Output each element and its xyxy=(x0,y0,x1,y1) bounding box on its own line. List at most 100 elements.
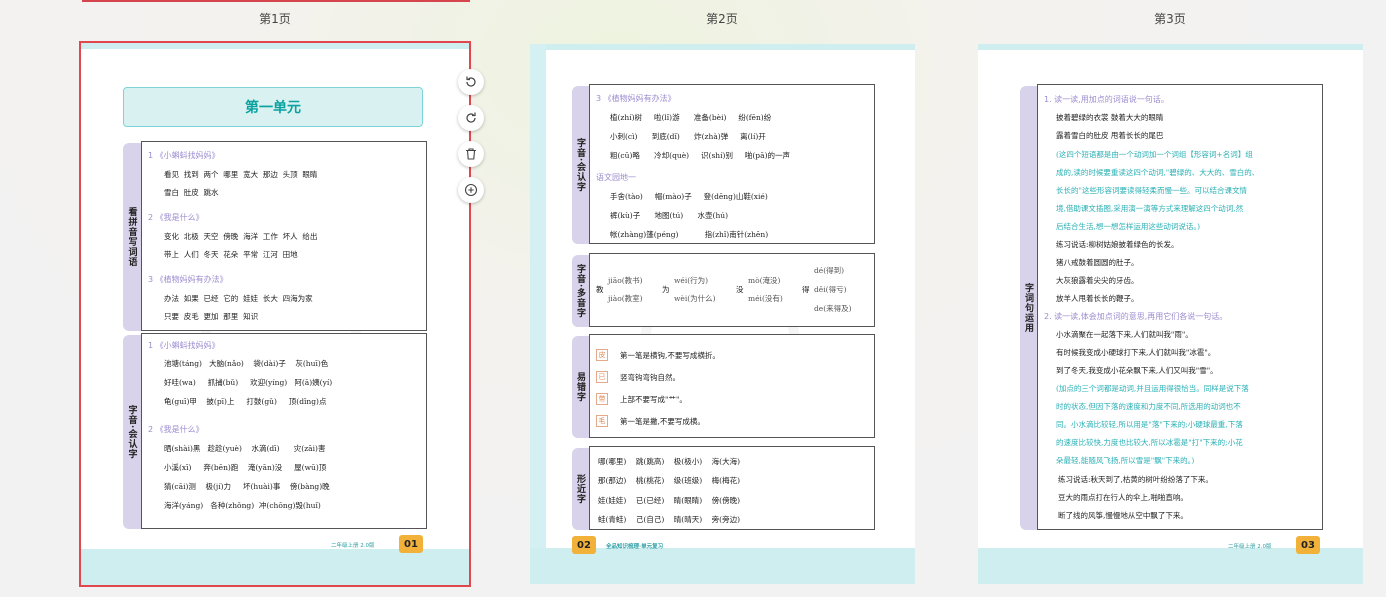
polyphone-reading: wéi(行为) xyxy=(674,276,709,285)
word-row: 只要 皮毛 更加 那里 知识 xyxy=(164,312,259,321)
rotate-left-button[interactable] xyxy=(458,69,484,95)
page-number-badge: 01 xyxy=(399,535,423,553)
delete-button[interactable] xyxy=(458,141,484,167)
page-thumbnail-3[interactable]: 字词句运用 1. 读一读,用加点的词语说一句话。 披着碧绿的衣裳 鼓着大大的眼睛… xyxy=(978,44,1363,584)
text-line: 露着雪白的肚皮 甩着长长的尾巴 xyxy=(1056,131,1164,140)
word-row: 带上 人们 冬天 花朵 平常 江河 田地 xyxy=(164,250,298,259)
word-row: 海洋(yáng) 各种(zhǒng) 冲(chōng)毁(huǐ) xyxy=(164,501,321,510)
text-line: 到了冬天,我变成小花朵飘下来,人们又叫我"雪"。 xyxy=(1056,366,1218,375)
word-row: 雪白 肚皮 跳水 xyxy=(164,188,219,197)
word-row: 帐(zhàng)篷(péng) 指(zhǐ)南针(zhēn) xyxy=(610,230,769,239)
text-line: 有时候我变成小硬球打下来,人们就叫我"冰雹"。 xyxy=(1056,348,1216,357)
section-box-2: 教 jiāo(教书) jiào(教室) 为 wéi(行为) wèi(为什么) 没… xyxy=(589,253,875,327)
section-tab-2: 字音·会认字 xyxy=(123,335,141,529)
text-line: 豆大的雨点打在行人的伞上,啪啪直响。 xyxy=(1058,493,1188,502)
word-row: 晒(shài)黑 趁趁(yuè) 水滴(dī) 灾(zāi)害 xyxy=(164,444,326,453)
footer-text: 全品知识梳理·单元复习 xyxy=(606,544,664,550)
page-footer xyxy=(81,549,469,585)
word-row: 好哇(wa) 抓捕(bǔ) 欢迎(yíng) 阿(ā)姨(yí) xyxy=(164,378,333,387)
text-line: 练习说话:柳树姑娘披着绿色的长发。 xyxy=(1056,240,1179,249)
rotate-right-button[interactable] xyxy=(458,105,484,131)
error-tip: 第一笔是横钩,不要写成横折。 xyxy=(620,351,720,360)
selected-page-indicator xyxy=(82,0,470,2)
answer-line: 的速度比较快,力度也比较大,所以冰雹是"打"下来的;小花 xyxy=(1056,438,1243,447)
text-line: 披着碧绿的衣裳 鼓着大大的眼睛 xyxy=(1056,113,1164,122)
word-row: 粗(cū)略 冷却(què) 识(shí)别 啪(pā)的一声 xyxy=(610,151,791,160)
polyphone-reading: mò(淹没) xyxy=(748,276,781,285)
polyphone-reading: wèi(为什么) xyxy=(674,294,716,303)
polyphone-char: 得 xyxy=(802,285,810,294)
polyphone-reading: méi(没有) xyxy=(748,294,783,303)
lesson-heading: 2 《我是什么》 xyxy=(148,213,204,222)
lesson-heading: 3 《植物妈妈有办法》 xyxy=(148,275,228,284)
text-line: 断了线的风筝,慢慢地从空中飘了下来。 xyxy=(1058,511,1188,520)
word-row: 猜(cāi)测 极(jí)力 坏(huài)事 傍(bàng)晚 xyxy=(164,482,330,491)
trash-icon xyxy=(466,148,476,160)
text-line: 小水滴聚在一起落下来,人们就叫我"雨"。 xyxy=(1056,330,1193,339)
polyphone-char: 没 xyxy=(736,285,744,294)
text-line: 放羊人甩着长长的鞭子。 xyxy=(1056,294,1139,303)
unit-title-box: 第一单元 xyxy=(123,87,423,127)
section-tab-1: 字词句运用 xyxy=(1020,86,1037,530)
answer-line: 成的,读的时候要重读这四个动词,"碧绿的、大大的、雪白的、 xyxy=(1056,168,1260,177)
word-row: 办法 如果 已经 它的 娃娃 长大 四海为家 xyxy=(164,294,313,303)
word-row: 看见 找到 两个 哪里 宽大 那边 头顶 眼睛 xyxy=(164,170,318,179)
lesson-heading: 1 《小蝌蚪找妈妈》 xyxy=(148,151,220,160)
polyphone-reading: jiào(教室) xyxy=(608,294,643,303)
section-box-3: 皮 第一笔是横钩,不要写成横折。 已 竖弯钩弯钩自然。 带 上部不要写成"艹"。… xyxy=(589,334,875,438)
text-line: 大灰狼露着尖尖的牙齿。 xyxy=(1056,276,1139,285)
lesson-heading: 1 《小蝌蚪找妈妈》 xyxy=(148,341,220,350)
section-box-2: 1 《小蝌蚪找妈妈》 池塘(táng) 大脑(nǎo) 袋(dài)子 灰(hu… xyxy=(141,333,427,529)
error-tip: 上部不要写成"艹"。 xyxy=(620,395,687,404)
answer-line: 同。小水滴比较轻,所以用是"落"下来的;小硬球最重,下落 xyxy=(1056,420,1243,429)
answer-line: 朵最轻,能随风飞扬,所以雪是"飘"下来的。) xyxy=(1056,456,1195,465)
section-tab-1: 字音·会认字 xyxy=(572,86,589,244)
word-row: 植(zhí)树 啦(lǐ)游 准备(bèi) 纷(fēn)纷 xyxy=(610,113,772,122)
word-row: 小溪(xī) 奔(bēn)跑 淹(yān)没 屋(wū)顶 xyxy=(164,463,327,472)
section-box-1: 1 《小蝌蚪找妈妈》 看见 找到 两个 哪里 宽大 那边 头顶 眼睛 雪白 肚皮… xyxy=(141,141,427,331)
error-tip: 第一笔是撇,不要写成横。 xyxy=(620,417,705,426)
word-row: 蛙(青蛙) 己(自己) 晴(晴天) 旁(旁边) xyxy=(598,515,741,524)
section-box-4: 哪(哪里) 跳(跳高) 极(极小) 海(大海) 那(那边) 桃(桃花) 级(班级… xyxy=(589,446,875,530)
error-char: 皮 xyxy=(596,349,608,361)
page-stripe xyxy=(530,44,915,50)
answer-line: 境,借助课文插图,采用演一演等方式来理解这四个动词,然 xyxy=(1056,204,1244,213)
polyphone-reading: dé(得到) xyxy=(814,266,845,275)
section-tab-3: 易错字 xyxy=(572,336,589,438)
answer-line: (这四个短语都是由一个动词加一个词组【形容词+名词】组 xyxy=(1056,150,1253,159)
add-page-button[interactable] xyxy=(458,177,484,203)
polyphone-reading: jiāo(教书) xyxy=(608,276,643,285)
word-row: 龟(guī)甲 披(pī)上 打鼓(gǔ) 顶(dǐng)点 xyxy=(164,397,327,406)
answer-line: 长长的"这些形容词要读得轻柔而慢一些。可以结合课文情 xyxy=(1056,186,1247,195)
page-stripe xyxy=(81,43,469,49)
footer-text: 二年级上册 2.0版 xyxy=(331,543,375,549)
answer-line: 时的状态,但因下落的速度和力度不同,所选用的动词也不 xyxy=(1056,402,1241,411)
word-row: 哪(哪里) 跳(跳高) 极(极小) 海(大海) xyxy=(598,457,741,466)
page-stripe xyxy=(978,44,1363,50)
page-label-1: 第1页 xyxy=(259,12,291,26)
page-label-3: 第3页 xyxy=(1154,12,1186,26)
question-heading: 1. 读一读,用加点的词语说一句话。 xyxy=(1044,95,1169,104)
section-box-1: 1. 读一读,用加点的词语说一句话。 披着碧绿的衣裳 鼓着大大的眼睛 露着雪白的… xyxy=(1037,84,1323,530)
error-tip: 竖弯钩弯钩自然。 xyxy=(620,373,680,382)
word-row: 裤(kù)子 地图(tú) 水壶(hú) xyxy=(610,211,729,220)
page-number-badge: 02 xyxy=(572,536,596,554)
word-row: 手舍(tào) 帽(mào)子 登(dēng)山鞋(xié) xyxy=(610,192,768,201)
lesson-heading: 3 《植物妈妈有办法》 xyxy=(596,94,676,103)
page-thumbnail-2[interactable]: 字音·会认字 3 《植物妈妈有办法》 植(zhí)树 啦(lǐ)游 准备(bèi… xyxy=(530,44,915,584)
polyphone-char: 教 xyxy=(596,285,604,294)
lesson-heading: 2 《我是什么》 xyxy=(148,425,204,434)
word-row: 娃(娃娃) 已(已经) 睛(眼睛) 傍(傍晚) xyxy=(598,496,741,505)
section-tab-2: 字音·多音字 xyxy=(572,255,589,327)
error-char: 已 xyxy=(596,371,608,383)
section-tab-1: 看拼音写词语 xyxy=(123,143,141,331)
page-label-2: 第2页 xyxy=(706,12,738,26)
page-thumbnail-1[interactable]: 第一单元 看拼音写词语 1 《小蝌蚪找妈妈》 看见 找到 两个 哪里 宽大 那边… xyxy=(79,41,471,587)
error-char: 带 xyxy=(596,393,608,405)
page-stripe-left xyxy=(530,44,546,584)
section-box-1: 3 《植物妈妈有办法》 植(zhí)树 啦(lǐ)游 准备(bèi) 纷(fēn… xyxy=(589,84,875,244)
text-line: 猪八戒鼓着圆圆的肚子。 xyxy=(1056,258,1139,267)
word-row: 那(那边) 桃(桃花) 级(班级) 梅(梅花) xyxy=(598,476,741,485)
answer-line: 后结合生活,想一想怎样运用这些动词说话。) xyxy=(1056,222,1201,231)
lesson-heading: 语文园地一 xyxy=(596,173,636,182)
